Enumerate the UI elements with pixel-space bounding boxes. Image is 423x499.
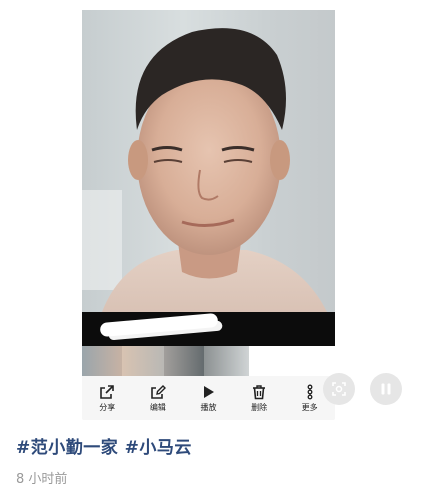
edit-icon (151, 385, 166, 399)
hashtag-link[interactable]: #范小勤一家 (16, 438, 118, 458)
play-icon (204, 386, 215, 398)
screenshot-icon (332, 382, 346, 396)
pause-icon (381, 383, 391, 395)
photo-toolbar: 分享 编辑 播放 删除 更多 (82, 376, 335, 420)
delete-label: 删除 (251, 403, 268, 412)
edit-button[interactable]: 编辑 (135, 378, 181, 418)
more-label: 更多 (301, 403, 318, 412)
share-label: 分享 (99, 403, 116, 412)
post-timestamp: 8 小时前 (16, 472, 68, 487)
share-icon (100, 385, 115, 399)
more-icon (307, 384, 313, 400)
thumbnail[interactable] (122, 346, 164, 376)
play-label: 播放 (200, 403, 217, 412)
delete-button[interactable]: 删除 (236, 378, 282, 418)
play-button[interactable]: 播放 (185, 378, 231, 418)
screenshot-button[interactable] (323, 373, 355, 405)
video-player[interactable] (82, 10, 335, 346)
thumbnail[interactable] (164, 346, 204, 376)
thumbnail[interactable] (82, 346, 122, 376)
redaction-scribble (260, 346, 335, 376)
thumbnail[interactable] (204, 346, 249, 376)
trash-icon (253, 385, 266, 400)
hashtag-line: #范小勤一家 #小马云 (16, 433, 192, 458)
edit-label: 编辑 (149, 403, 166, 412)
hashtag-link[interactable]: #小马云 (125, 438, 192, 458)
share-button[interactable]: 分享 (84, 378, 130, 418)
post-page: 分享 编辑 播放 删除 更多 #范小勤一家 #小马云 8 小时前 (0, 0, 423, 499)
person-photo (82, 28, 327, 312)
pause-button[interactable] (370, 373, 402, 405)
